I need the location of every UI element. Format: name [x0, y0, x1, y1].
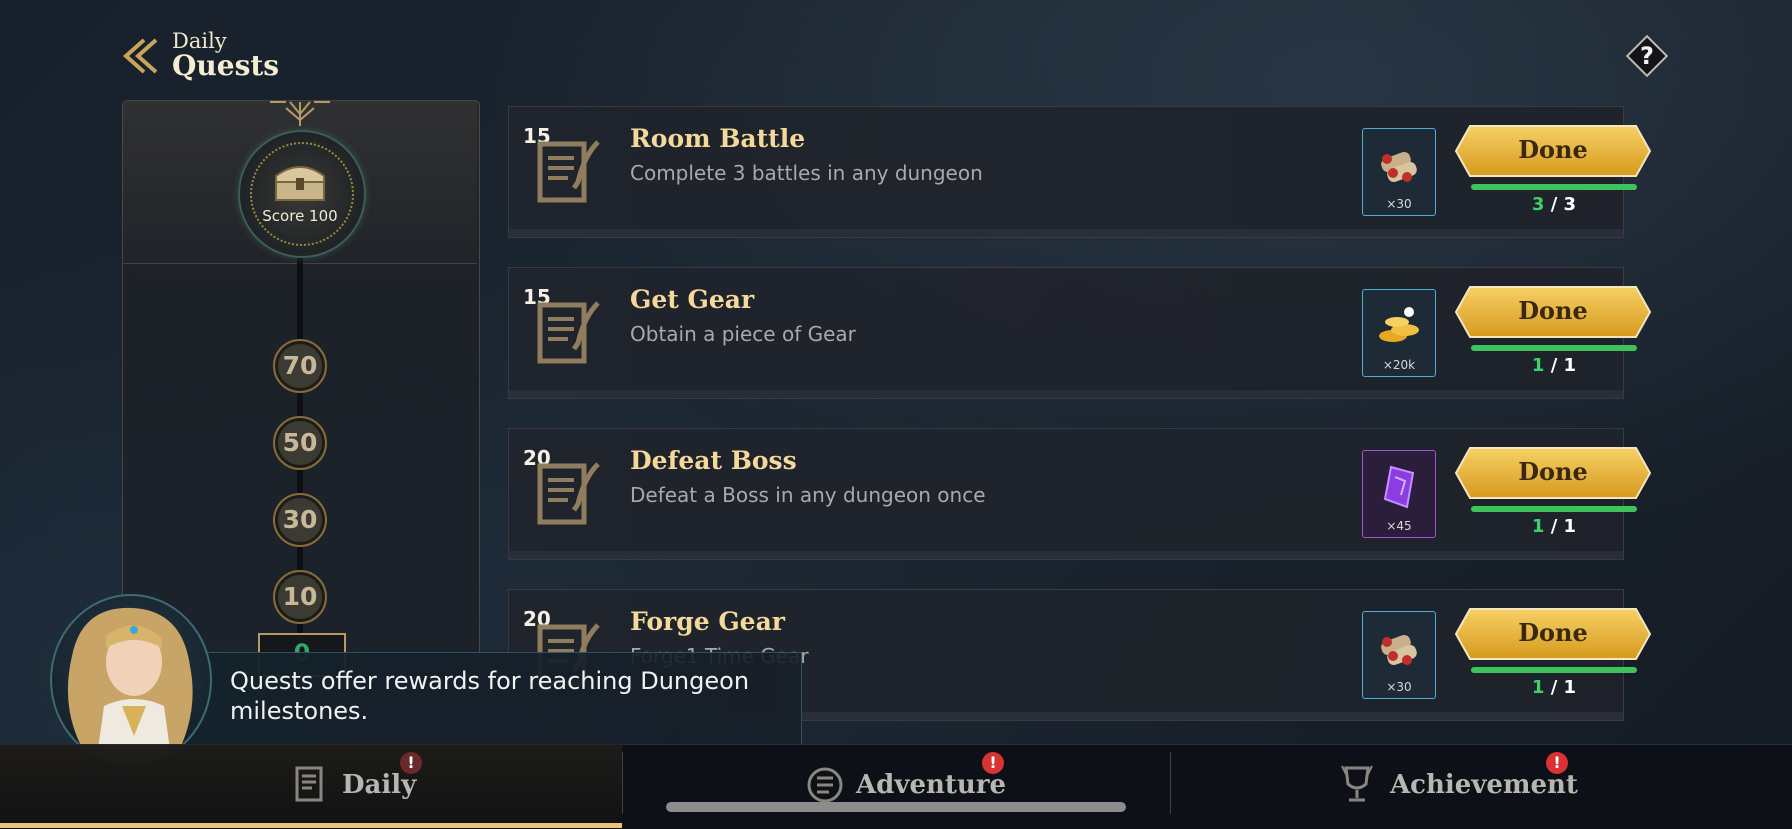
quest-progress-fill	[1471, 667, 1637, 673]
reward-quantity: ×30	[1386, 197, 1412, 211]
tab-achievement-badge: !	[1546, 752, 1568, 774]
tab-daily-badge: !	[400, 752, 422, 774]
quest-progress-text: 3 / 3	[1471, 194, 1637, 215]
elf-guide-avatar-icon	[67, 607, 193, 764]
purple-crystal-icon	[1371, 459, 1427, 519]
scroll-bundle-icon	[1371, 620, 1427, 680]
adventure-compass-icon	[807, 767, 843, 803]
gold-coins-icon	[1371, 298, 1427, 358]
tab-achievement[interactable]: Achievement !	[1336, 752, 1578, 818]
done-label: Done	[1518, 135, 1588, 164]
quest-name: Defeat Boss	[630, 446, 797, 475]
tab-daily-active-indicator	[0, 823, 622, 828]
page-title: Quests	[172, 49, 280, 82]
milestone-30[interactable]: 30	[273, 493, 327, 547]
done-label: Done	[1518, 618, 1588, 647]
quest-progress-text: 1 / 1	[1471, 516, 1637, 537]
quest-done-button[interactable]: Done	[1454, 285, 1652, 339]
quest-progress-bar	[1471, 506, 1637, 512]
quest-progress-fill	[1471, 506, 1637, 512]
quest-progress-text: 1 / 1	[1471, 355, 1637, 376]
progress-total: / 3	[1550, 194, 1577, 215]
progress-current: 3	[1531, 194, 1545, 215]
milestone-70[interactable]: 70	[273, 339, 327, 393]
done-label: Done	[1518, 296, 1588, 325]
quest-description: Obtain a piece of Gear	[630, 322, 856, 346]
guide-portrait	[50, 594, 212, 766]
tab-daily[interactable]: Daily !	[290, 752, 430, 818]
quest-progress-fill	[1471, 345, 1637, 351]
treasure-chest-icon	[275, 166, 325, 201]
quest-description: Complete 3 battles in any dungeon	[630, 161, 983, 185]
help-button[interactable]: ?	[1624, 33, 1670, 79]
progress-current: 1	[1531, 355, 1545, 376]
quest-reward-item[interactable]: ×30	[1362, 128, 1436, 216]
quest-progress-text: 1 / 1	[1471, 677, 1637, 698]
done-label: Done	[1518, 457, 1588, 486]
back-arrow-icon[interactable]	[118, 36, 162, 76]
quest-scroll-icon	[537, 140, 600, 203]
progress-total: / 1	[1550, 355, 1577, 376]
reward-quantity: ×30	[1386, 680, 1412, 694]
tab-achievement-label: Achievement	[1390, 770, 1578, 800]
quest-progress-bar	[1471, 345, 1637, 351]
quest-description: Defeat a Boss in any dungeon once	[630, 483, 986, 507]
quest-reward-item[interactable]: ×45	[1362, 450, 1436, 538]
quest-name: Forge Gear	[630, 607, 785, 636]
score-label: Score 100	[262, 207, 338, 225]
scroll-bundle-icon	[1371, 137, 1427, 197]
help-label: ?	[1640, 42, 1654, 70]
quest-done-button[interactable]: Done	[1454, 446, 1652, 500]
quest-done-button[interactable]: Done	[1454, 607, 1652, 661]
milestone-10[interactable]: 10	[273, 570, 327, 624]
reward-quantity: ×20k	[1382, 358, 1416, 372]
trophy-icon	[1341, 765, 1373, 802]
quest-reward-item[interactable]: ×30	[1362, 611, 1436, 699]
home-indicator	[666, 802, 1126, 812]
laurel-ornament-icon	[270, 101, 330, 126]
progress-current: 1	[1531, 516, 1545, 537]
nav-divider	[1170, 752, 1171, 814]
progress-total: / 1	[1550, 516, 1577, 537]
tab-adventure-badge: !	[982, 752, 1004, 774]
tutorial-text: Quests offer rewards for reaching Dungeo…	[230, 667, 750, 725]
quest-progress-bar	[1471, 184, 1637, 190]
nav-divider	[622, 752, 623, 814]
tab-adventure-label: Adventure	[856, 770, 1007, 800]
quest-name: Get Gear	[630, 285, 755, 314]
progress-current: 1	[1531, 677, 1545, 698]
milestone-50[interactable]: 50	[273, 416, 327, 470]
quest-reward-item[interactable]: ×20k	[1362, 289, 1436, 377]
reward-quantity: ×45	[1386, 519, 1412, 533]
tab-daily-label: Daily	[342, 770, 417, 800]
quest-scroll-icon	[295, 766, 323, 802]
quest-scroll-icon	[537, 301, 600, 364]
quest-progress-bar	[1471, 667, 1637, 673]
quest-progress-fill	[1471, 184, 1637, 190]
quest-scroll-icon	[537, 462, 600, 525]
quest-name: Room Battle	[630, 124, 806, 153]
progress-total: / 1	[1550, 677, 1577, 698]
quest-done-button[interactable]: Done	[1454, 124, 1652, 178]
